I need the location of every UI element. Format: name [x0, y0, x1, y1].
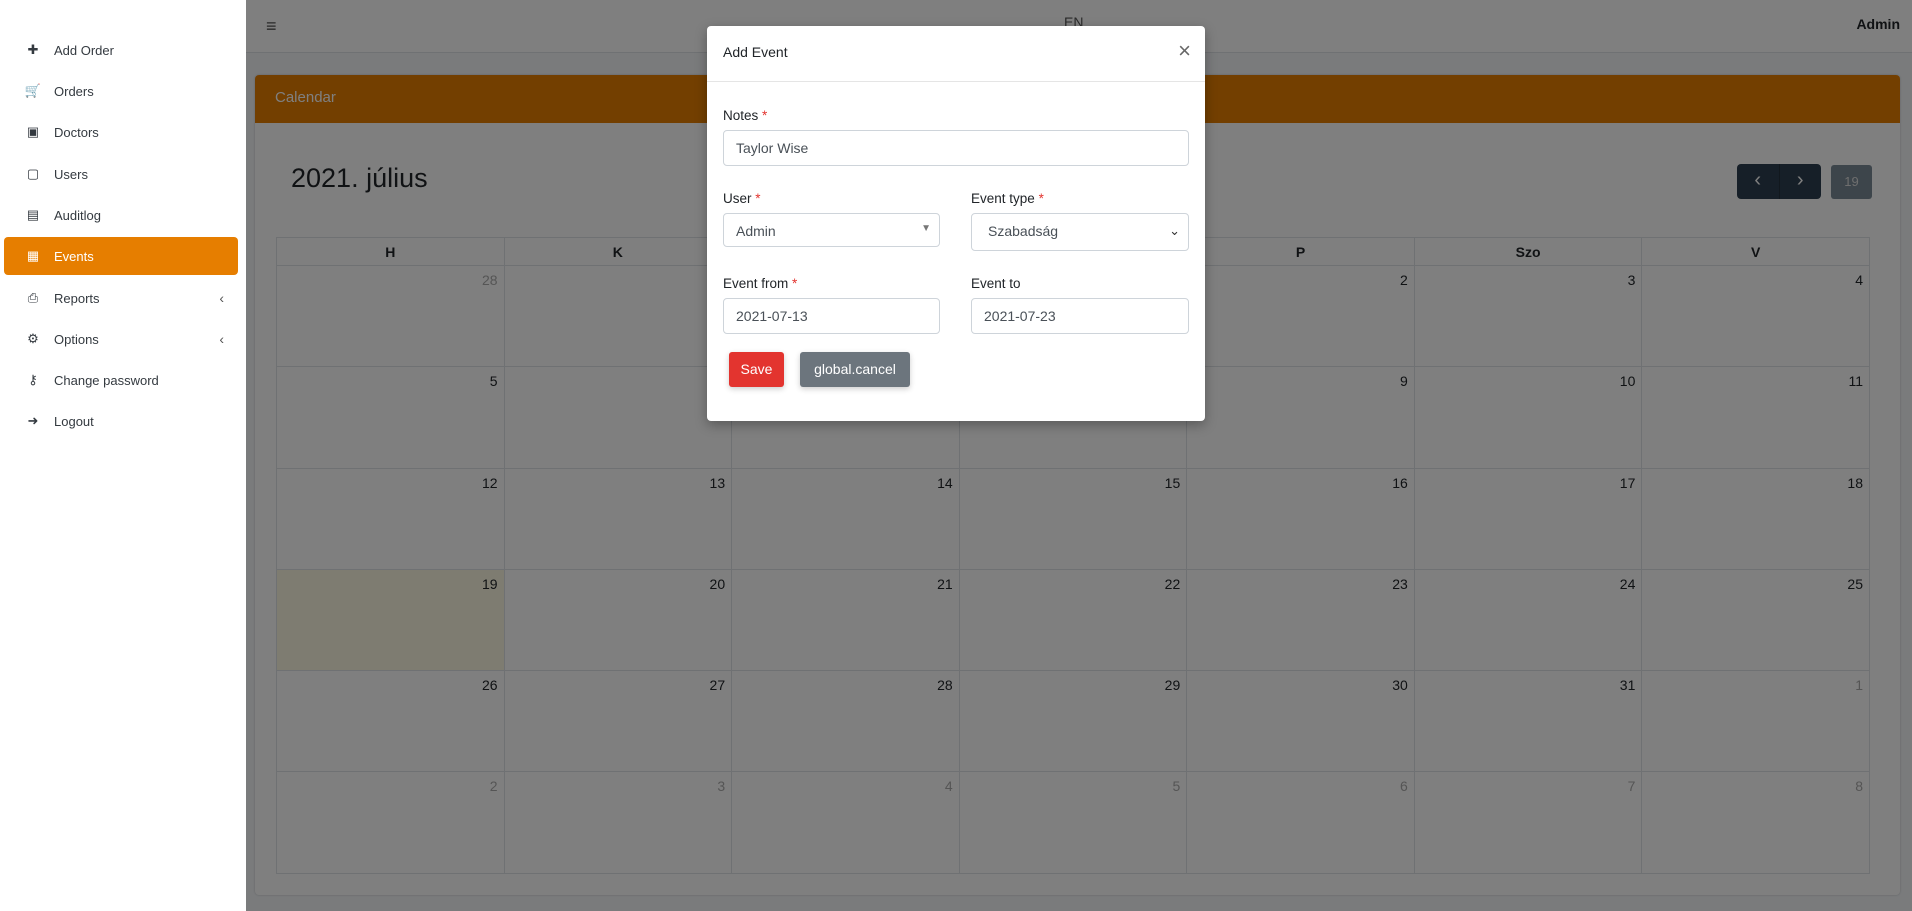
sidebar-item-label: Options — [54, 331, 99, 347]
required-mark: * — [1038, 191, 1044, 206]
sidebar-item-add-order[interactable]: ✚ Add Order — [4, 31, 238, 69]
sidebar-item-change-password[interactable]: ⚷ Change password — [4, 361, 238, 399]
sidebar-item-reports[interactable]: ⎙ Reports ‹ — [4, 279, 238, 317]
required-mark: * — [792, 276, 798, 291]
sidebar-item-logout[interactable]: ➜ Logout — [4, 402, 238, 440]
event-type-label: Event type * — [971, 191, 1044, 206]
plus-icon: ✚ — [27, 42, 39, 57]
gears-icon: ⚙ — [27, 331, 39, 346]
modal-header: Add Event × — [707, 26, 1205, 82]
event-type-label-text: Event type — [971, 191, 1035, 206]
user-label-text: User — [723, 191, 752, 206]
user-value: Admin — [736, 223, 776, 239]
sidebar-item-users[interactable]: ▢ Users — [4, 155, 238, 193]
sidebar-item-label: Reports — [54, 290, 100, 306]
clipboard-icon: ▤ — [26, 207, 40, 222]
required-mark: * — [762, 108, 768, 123]
sidebar-item-label: Users — [54, 166, 88, 182]
user-select[interactable]: Admin ▼ — [723, 213, 940, 247]
print-icon: ⎙ — [27, 290, 39, 305]
close-icon[interactable]: × — [1178, 38, 1191, 64]
key-icon: ⚷ — [28, 372, 38, 387]
dropdown-arrow-icon: ▼ — [921, 223, 931, 234]
user-label: User * — [723, 191, 761, 206]
modal-title: Add Event — [723, 44, 788, 60]
sidebar-item-label: Logout — [54, 413, 94, 429]
sidebar-item-events[interactable]: ▦ Events — [4, 237, 238, 275]
id-card-outline-icon: ▢ — [26, 166, 40, 181]
calendar-icon: ▦ — [26, 248, 40, 263]
sidebar: ✚ Add Order 🛒 Orders ▣ Doctors ▢ Users ▤ Auditlog… — [0, 0, 246, 911]
cancel-button[interactable]: global.cancel — [800, 352, 910, 387]
sidebar-item-auditlog[interactable]: ▤ Auditlog — [4, 196, 238, 234]
chevron-left-icon: ‹ — [219, 290, 224, 306]
sidebar-item-options[interactable]: ⚙ Options ‹ — [4, 320, 238, 358]
notes-input[interactable]: Taylor Wise — [723, 130, 1189, 166]
sidebar-item-label: Change password — [54, 372, 159, 388]
event-from-label: Event from * — [723, 276, 797, 291]
required-mark: * — [755, 191, 761, 206]
chevron-left-icon: ‹ — [219, 331, 224, 347]
event-type-select[interactable]: Szabadság ⌄ — [971, 213, 1189, 251]
sidebar-item-label: Add Order — [54, 42, 114, 58]
sidebar-item-label: Auditlog — [54, 207, 101, 223]
add-event-modal: Add Event × Notes * Taylor Wise User * A… — [707, 26, 1205, 421]
event-type-value: Szabadság — [988, 223, 1059, 239]
save-button[interactable]: Save — [729, 352, 784, 387]
chevron-down-icon: ⌄ — [1169, 223, 1180, 238]
notes-label: Notes * — [723, 108, 767, 123]
event-from-input[interactable]: 2021-07-13 — [723, 298, 940, 334]
sidebar-item-label: Doctors — [54, 124, 99, 140]
id-card-icon: ▣ — [26, 124, 40, 139]
notes-label-text: Notes — [723, 108, 759, 123]
sidebar-item-orders[interactable]: 🛒 Orders — [4, 72, 238, 110]
sidebar-item-label: Events — [54, 248, 94, 264]
cart-icon: 🛒 — [24, 83, 42, 98]
event-to-label: Event to — [971, 276, 1021, 291]
logout-icon: ➜ — [27, 413, 39, 428]
sidebar-item-doctors[interactable]: ▣ Doctors — [4, 113, 238, 151]
sidebar-item-label: Orders — [54, 83, 94, 99]
event-to-input[interactable]: 2021-07-23 — [971, 298, 1189, 334]
event-from-label-text: Event from — [723, 276, 789, 291]
